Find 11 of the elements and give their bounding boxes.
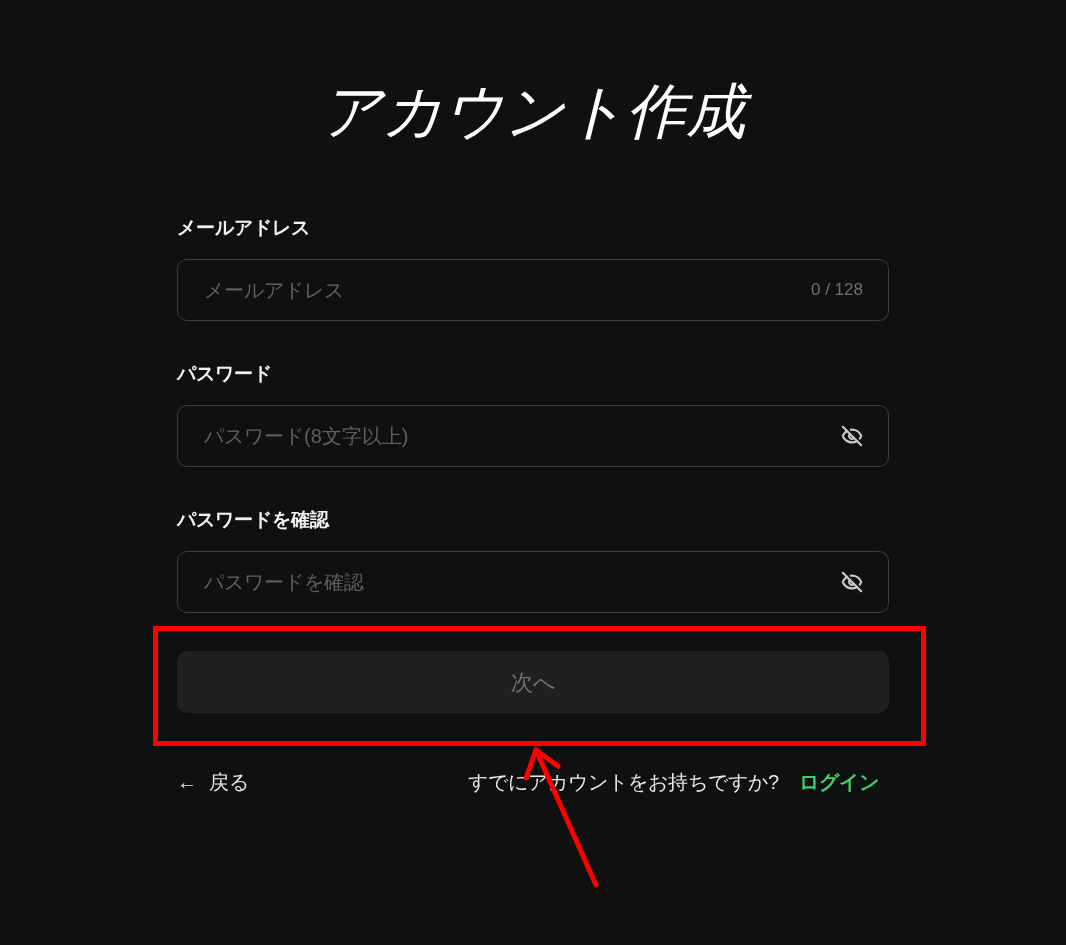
field-label: パスワードを確認 [177,508,331,532]
hide-password-icon[interactable] [841,571,863,593]
hide-password-icon[interactable] [841,425,863,447]
field-label: メールアドレス [177,216,311,240]
login-link[interactable]: ログイン [799,767,879,797]
back-link[interactable]: ← 戻る [177,767,249,797]
input-field[interactable]: パスワード(8文字以上) [177,405,889,467]
field-label: パスワード [177,362,273,386]
character-counter: 0 / 128 [811,279,863,302]
input-field[interactable]: パスワードを確認 [177,551,889,613]
page-title: アカウント作成 [308,70,758,154]
